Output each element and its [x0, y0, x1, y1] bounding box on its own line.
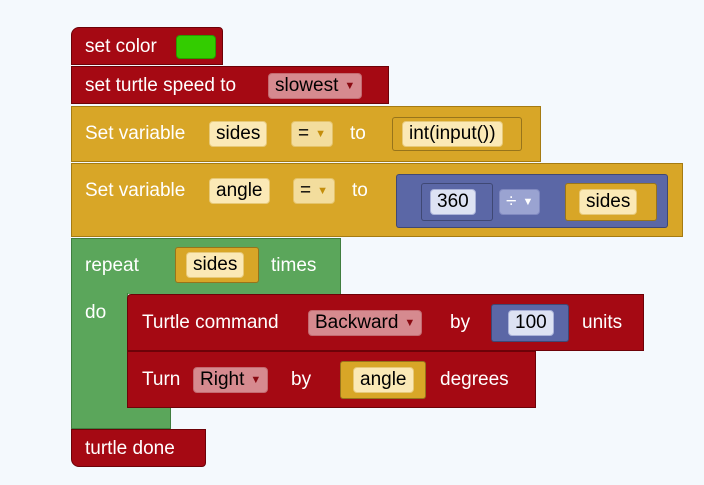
turn-block[interactable]: Turn Right ▼ by angle degrees — [127, 351, 536, 408]
divisor-slot[interactable]: sides — [565, 183, 657, 221]
operator-dropdown[interactable]: = ▼ — [293, 178, 335, 204]
turn-label: Turn — [142, 369, 181, 390]
chevron-down-icon: ▼ — [250, 374, 262, 386]
by-label: by — [291, 369, 312, 390]
set-speed-label: set turtle speed to — [85, 75, 237, 96]
chevron-down-icon: ▼ — [404, 317, 416, 329]
divide-expression-block[interactable]: 360 ÷ ▼ sides — [396, 174, 668, 228]
repeat-bottom — [71, 407, 171, 429]
amount-slot[interactable]: 100 — [491, 304, 569, 342]
to-label: to — [352, 180, 368, 201]
speed-value: slowest — [275, 75, 339, 96]
do-label: do — [85, 302, 107, 323]
turtle-command-label: Turtle command — [142, 312, 279, 333]
int-input-expression[interactable]: int(input()) — [402, 121, 503, 147]
set-variable-label: Set variable — [85, 180, 186, 201]
set-variable-angle-block[interactable]: Set variable angle = ▼ to 360 ÷ ▼ sides — [71, 163, 683, 237]
chevron-down-icon: ▼ — [522, 196, 534, 208]
direction-value: Backward — [315, 312, 399, 333]
operator-value: = — [300, 180, 312, 201]
degrees-label: degrees — [440, 369, 509, 390]
operator-dropdown[interactable]: = ▼ — [291, 121, 333, 147]
turn-angle-slot[interactable]: angle — [340, 361, 426, 399]
repeat-sides-value[interactable]: sides — [186, 252, 245, 278]
turtle-command-block[interactable]: Turtle command Backward ▼ by 100 units — [127, 294, 644, 351]
color-swatch[interactable] — [176, 35, 216, 59]
chevron-down-icon: ▼ — [344, 80, 356, 92]
chevron-down-icon: ▼ — [315, 128, 326, 140]
set-variable-sides-block[interactable]: Set variable sides = ▼ to int(input()) — [71, 106, 541, 162]
repeat-count-slot[interactable]: sides — [175, 247, 259, 283]
units-label: units — [582, 312, 623, 333]
turtle-done-block[interactable]: turtle done — [71, 429, 206, 467]
repeat-label: repeat — [85, 255, 139, 276]
set-color-block[interactable]: set color — [71, 27, 223, 65]
set-variable-label: Set variable — [85, 123, 186, 144]
divide-operator-value: ÷ — [506, 191, 517, 212]
by-label: by — [450, 312, 471, 333]
speed-dropdown[interactable]: slowest ▼ — [268, 73, 363, 99]
dividend-value[interactable]: 360 — [430, 189, 476, 215]
set-color-label: set color — [85, 36, 157, 57]
expression-slot[interactable]: int(input()) — [392, 117, 522, 151]
turn-direction-dropdown[interactable]: Right ▼ — [193, 367, 269, 393]
divisor-sides-value[interactable]: sides — [579, 189, 638, 215]
turn-direction-value: Right — [200, 369, 245, 390]
amount-value[interactable]: 100 — [508, 310, 554, 336]
turtle-done-label: turtle done — [85, 438, 175, 459]
operator-value: = — [298, 123, 310, 144]
divide-operator-dropdown[interactable]: ÷ ▼ — [499, 189, 541, 215]
turn-angle-value[interactable]: angle — [353, 367, 414, 393]
variable-angle-field[interactable]: angle — [209, 178, 270, 204]
variable-sides-field[interactable]: sides — [209, 121, 268, 147]
repeat-block[interactable]: repeat sides times — [71, 238, 341, 294]
dividend-slot[interactable]: 360 — [421, 183, 493, 221]
direction-dropdown[interactable]: Backward ▼ — [308, 310, 423, 336]
set-speed-block[interactable]: set turtle speed to slowest ▼ — [71, 66, 389, 104]
times-label: times — [271, 255, 317, 276]
chevron-down-icon: ▼ — [317, 185, 328, 197]
to-label: to — [350, 123, 366, 144]
